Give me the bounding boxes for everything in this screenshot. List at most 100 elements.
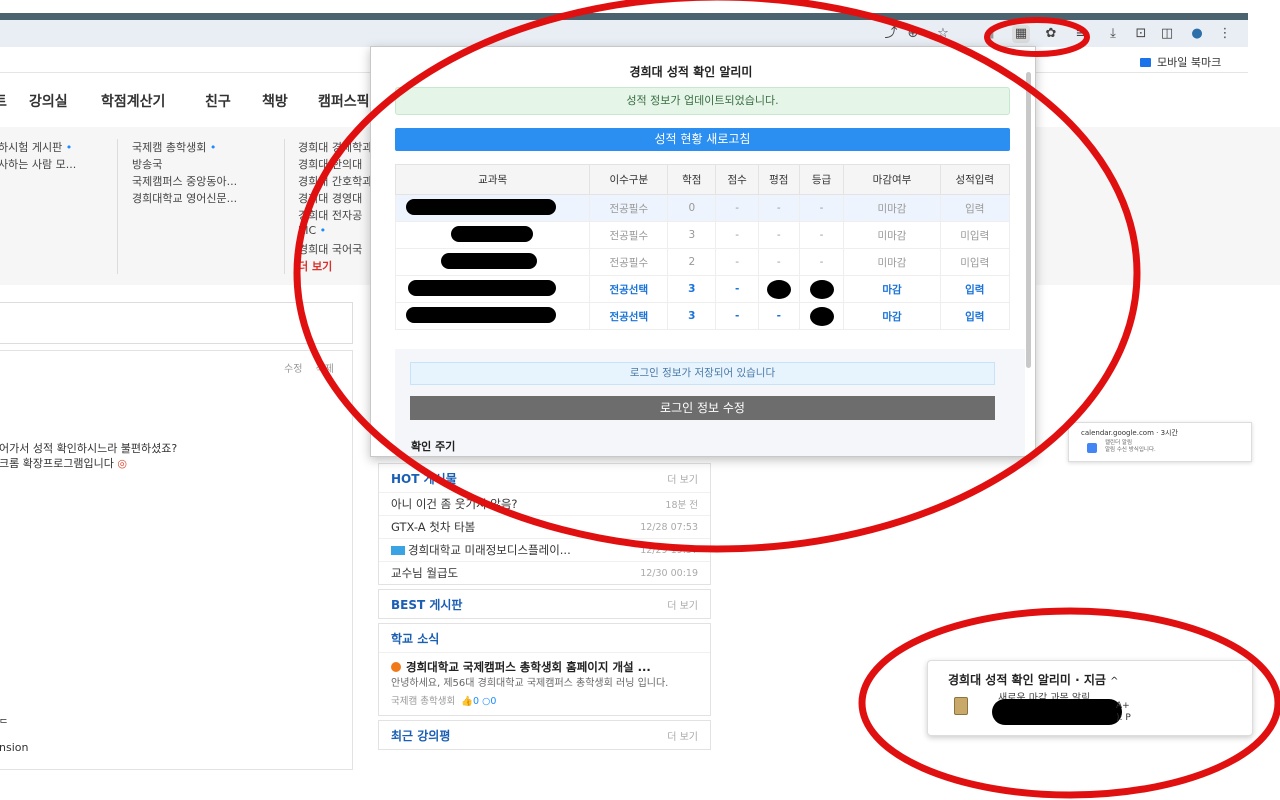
calendar-icon: [1087, 443, 1097, 453]
extension-grade-icon[interactable]: ▦: [1012, 25, 1030, 43]
download-icon[interactable]: ⤓: [1104, 25, 1122, 43]
col-header: 등급: [798, 164, 845, 195]
nav-item-gpa-calculator[interactable]: 학점계산기: [101, 91, 165, 111]
review-card: 최근 강의평 더 보기: [378, 720, 711, 750]
hot-card-title[interactable]: HOT 게시물: [391, 470, 457, 487]
table-row: 전공선택 3 - - 마감 입력: [394, 302, 1011, 330]
col-header: 마감여부: [843, 164, 941, 195]
chevron-up-icon[interactable]: ^: [1110, 676, 1118, 687]
review-card-title[interactable]: 최근 강의평: [391, 727, 450, 744]
board-link[interactable]: 경희대 한의대: [298, 156, 372, 173]
divider: [284, 139, 285, 274]
board-link[interactable]: 경희대 경영대: [298, 190, 372, 207]
redaction: [405, 306, 556, 323]
board-link[interactable]: 경희대 국어국: [298, 241, 372, 258]
popup-scrollbar[interactable]: [1026, 72, 1031, 368]
login-panel: 로그인 정보가 저장되어 있습니다 로그인 정보 수정 확인 주기: [395, 349, 1025, 456]
divider: [117, 139, 118, 274]
screenshot-icon[interactable]: ⊡: [1132, 25, 1150, 43]
thumb-up-icon: 👍: [461, 696, 474, 707]
course-name-redacted: [394, 302, 591, 330]
board-more-link[interactable]: 더 보기: [298, 258, 372, 275]
board-column-3: 경희대 경제학과 경희대 한의대 경희대 간호학과 경희대 경영대 경희대 전자…: [298, 139, 372, 275]
course-name-redacted: [394, 275, 591, 303]
extension-pin-icon[interactable]: ▮: [982, 25, 1000, 43]
update-success-alert: 성적 정보가 업데이트되었습니다.: [395, 87, 1010, 115]
gpa-redacted: [758, 275, 800, 303]
bookmark-mobile[interactable]: 모바일 북마크: [1140, 54, 1221, 70]
star-icon[interactable]: ☆: [934, 25, 952, 43]
board-link[interactable]: 경희대 간호학과: [298, 173, 372, 190]
nav-item-campuspick[interactable]: 캠퍼스픽: [318, 91, 370, 111]
col-header: 성적입력: [939, 164, 1011, 195]
menu-icon[interactable]: ⋮: [1216, 25, 1234, 43]
board-link[interactable]: 경희대 전자공: [298, 207, 372, 224]
new-dot: •: [319, 224, 327, 237]
write-box[interactable]: [0, 302, 353, 344]
board-link[interactable]: 국제캠퍼스 중앙동아...: [132, 173, 237, 190]
review-more-link[interactable]: 더 보기: [667, 728, 698, 743]
split-icon[interactable]: ◫: [1158, 25, 1176, 43]
popup-title: 경희대 성적 확인 알리미: [629, 65, 753, 79]
profile-icon[interactable]: ●: [1188, 25, 1206, 43]
board-column-2: 국제캠 총학생회 • 방송국 국제캠퍼스 중앙동아... 경희대학교 영어신문.…: [132, 139, 237, 207]
edit-login-button[interactable]: 로그인 정보 수정: [410, 396, 995, 420]
notification-grade: ): P: [1116, 713, 1131, 723]
edit-post-button[interactable]: 수정: [284, 364, 302, 375]
best-card-title[interactable]: BEST 게시판: [391, 596, 462, 613]
nav-item-bookstore[interactable]: 책방: [262, 91, 288, 111]
notification-title: 경희대 성적 확인 알리미 · 지금: [948, 673, 1106, 687]
board-link[interactable]: 경희대학교 영어신문...: [132, 190, 237, 207]
desktop-notification[interactable]: 경희대 성적 확인 알리미 · 지금 ^ 새로운 마감 과목 알림 A+ ): …: [927, 660, 1253, 736]
puzzle-icon[interactable]: ✿: [1042, 25, 1060, 43]
hot-more-link[interactable]: 더 보기: [667, 471, 698, 486]
delete-post-button[interactable]: 삭제: [316, 364, 334, 375]
board-link[interactable]: 경희대 경제학과: [298, 139, 372, 156]
post-text-fragment: ᄃ: [0, 719, 9, 730]
list-item[interactable]: 교수님 월급도 12/30 00:19: [379, 561, 710, 584]
list-item[interactable]: 경희대학교 미래정보디스플레이... 12/29 19:37: [379, 538, 710, 561]
redaction: [405, 198, 556, 215]
table-row: 전공필수 3 - - - 미마감 미입력: [394, 221, 1011, 249]
nav-item-cut[interactable]: 트: [0, 91, 7, 111]
col-header: 평점: [758, 164, 800, 195]
board-link[interactable]: 사하는 사람 모...: [0, 156, 76, 173]
post-text-fragment: nsion: [0, 741, 29, 754]
calendar-toast[interactable]: calendar.google.com · 3시간 캘린더 알림 알림 수신 방…: [1068, 422, 1252, 462]
news-body: 안녕하세요, 제56대 경희대학교 국제캠퍼스 총학생회 러닝 입니다.: [391, 678, 669, 689]
zoom-icon[interactable]: ⊕: [904, 25, 922, 43]
grade-table: 교과목 이수구분 학점 점수 평점 등급 마감여부 성적입력 전공필수 0 - …: [394, 164, 1011, 330]
board-link[interactable]: 국제캠 총학생회: [132, 141, 206, 154]
school-news-title[interactable]: 학교 소식: [391, 630, 439, 647]
list-item[interactable]: GTX-A 첫차 타봄 12/28 07:53: [379, 515, 710, 538]
col-header: 교과목: [394, 164, 591, 195]
redaction: [809, 306, 834, 326]
best-card: BEST 게시판 더 보기: [378, 589, 711, 619]
board-link[interactable]: KIC: [298, 224, 316, 237]
new-dot: •: [209, 141, 217, 154]
refresh-grades-button[interactable]: 성적 현황 새로고침: [395, 128, 1010, 151]
course-name-redacted: [394, 221, 591, 249]
side-cards: HOT 게시물 더 보기 아니 이건 좀 웃기지 않음? 18분 전 GTX-A …: [378, 463, 711, 754]
folder-icon: [1140, 58, 1151, 67]
share-icon[interactable]: ⤴: [882, 25, 900, 43]
login-saved-notice: 로그인 정보가 저장되어 있습니다: [410, 362, 995, 385]
nav-item-classroom[interactable]: 강의실: [29, 91, 68, 111]
best-more-link[interactable]: 더 보기: [667, 597, 698, 612]
redaction: [450, 225, 533, 242]
board-link[interactable]: 하시험 게시판: [0, 141, 62, 154]
window-top-strip: [0, 13, 1248, 20]
board-link[interactable]: 방송국: [132, 156, 237, 173]
monitor-icon: [391, 546, 405, 555]
table-row: 전공필수 0 - - - 미마감 입력: [394, 194, 1011, 222]
list-item[interactable]: 아니 이건 좀 웃기지 않음? 18분 전: [379, 492, 710, 515]
target-icon: ◎: [117, 457, 127, 470]
school-news-card: 학교 소식 경희대학교 국제캠퍼스 총학생회 홈페이지 개설 ... 안녕하세요…: [378, 623, 711, 716]
post-text-line: 어가서 성적 확인하시느라 불편하셨죠?: [0, 442, 178, 455]
calendar-toast-body: 캘린더 알림 알림 수신 방식입니다.: [1105, 440, 1156, 453]
redaction: [992, 699, 1122, 725]
news-item[interactable]: 경희대학교 국제캠퍼스 총학생회 홈페이지 개설 ... 안녕하세요, 제56대…: [379, 652, 710, 715]
media-icon[interactable]: ≡: [1072, 25, 1090, 43]
col-header: 학점: [667, 164, 717, 195]
nav-item-friends[interactable]: 친구: [205, 91, 231, 111]
